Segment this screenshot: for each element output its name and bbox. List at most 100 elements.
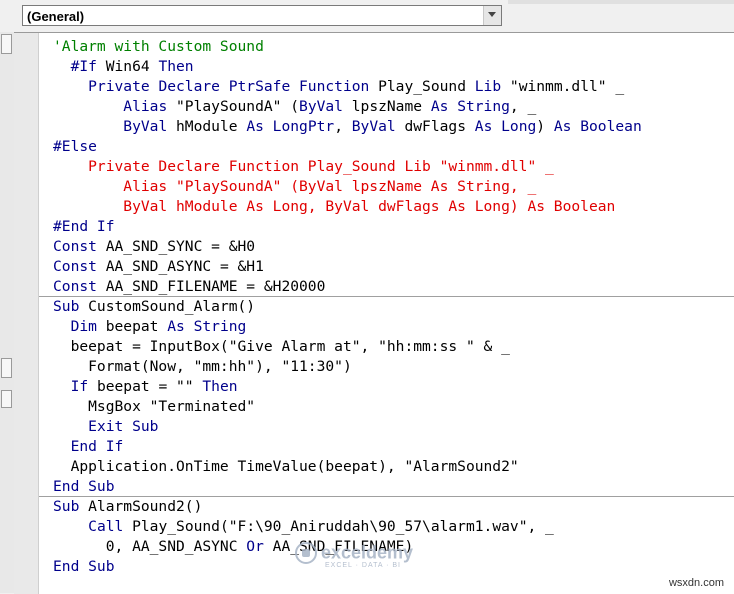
- code-token: As Long: [474, 118, 537, 135]
- code-line[interactable]: Sub AlarmSound2(): [53, 497, 642, 517]
- code-line[interactable]: Const AA_SND_ASYNC = &H1: [53, 257, 642, 277]
- code-line[interactable]: #If Win64 Then: [53, 57, 642, 77]
- editor-margin: [14, 33, 39, 594]
- code-line[interactable]: If beepat = "" Then: [53, 377, 642, 397]
- code-token: "winmm.dll" _: [501, 78, 625, 95]
- code-line[interactable]: 'Alarm with Custom Sound: [53, 37, 642, 57]
- code-token: Sub: [53, 298, 80, 315]
- code-token: Play_Sound: [369, 78, 475, 95]
- code-line[interactable]: #End If: [53, 217, 642, 237]
- code-line[interactable]: Const AA_SND_SYNC = &H0: [53, 237, 642, 257]
- code-token: beepat: [96, 318, 168, 335]
- code-line[interactable]: End Sub: [53, 477, 642, 497]
- code-token: Or: [246, 538, 264, 555]
- code-token: Private Declare PtrSafe Function: [88, 78, 370, 95]
- code-token: ByVal: [123, 118, 168, 135]
- code-token: Then: [202, 378, 238, 395]
- code-line[interactable]: MsgBox "Terminated": [53, 397, 642, 417]
- code-line[interactable]: Application.OnTime TimeValue(beepat), "A…: [53, 457, 642, 477]
- strip-button-top[interactable]: [1, 34, 12, 54]
- code-token: AlarmSound2(): [79, 498, 203, 515]
- code-token: AA_SND_ASYNC = &H1: [96, 258, 264, 275]
- code-token: Const: [53, 238, 97, 255]
- code-token: ,: [334, 118, 352, 135]
- code-token: ByVal: [299, 98, 343, 115]
- code-token: ): [536, 118, 554, 135]
- code-token: If: [70, 378, 89, 395]
- code-token: Dim: [70, 318, 97, 335]
- code-token: Win64: [96, 58, 159, 75]
- site-credit: wsxdn.com: [668, 577, 724, 589]
- code-line[interactable]: Alias "PlaySoundA" (ByVal lpszName As St…: [53, 97, 642, 117]
- code-token: Private Declare Function Play_Sound Lib …: [53, 158, 554, 175]
- code-token: Const: [53, 278, 97, 295]
- exceldemy-logo-icon: [295, 542, 317, 564]
- procedure-combobox[interactable]: [508, 0, 734, 4]
- code-line[interactable]: Private Declare PtrSafe Function Play_So…: [53, 77, 642, 97]
- object-combobox[interactable]: (General): [22, 5, 502, 26]
- code-token: AA_SND_SYNC = &H0: [96, 238, 256, 255]
- watermark: exceldemy EXCEL · DATA · BI: [295, 542, 414, 569]
- code-line[interactable]: Format(Now, "mm:hh"), "11:30"): [53, 357, 642, 377]
- watermark-name: exceldemy: [321, 542, 414, 563]
- code-token: Alias: [123, 98, 168, 115]
- code-line[interactable]: beepat = InputBox("Give Alarm at", "hh:m…: [53, 337, 642, 357]
- code-token: End If: [70, 438, 124, 455]
- code-token: Alias "PlaySoundA" (ByVal lpszName As St…: [53, 178, 537, 195]
- code-token: Lib: [474, 78, 502, 95]
- code-token: Format(Now, "mm:hh"), "11:30"): [53, 358, 352, 375]
- code-token: Sub: [53, 498, 80, 515]
- chevron-down-icon[interactable]: [483, 6, 501, 25]
- code-line[interactable]: Alias "PlaySoundA" (ByVal lpszName As St…: [53, 177, 642, 197]
- code-token: Application.OnTime TimeValue(beepat), "A…: [53, 458, 519, 475]
- code-line[interactable]: Exit Sub: [53, 417, 642, 437]
- code-token: As String: [430, 98, 510, 115]
- code-token: CustomSound_Alarm(): [79, 298, 256, 315]
- strip-button-lower[interactable]: [1, 390, 12, 408]
- code-token: ByVal: [351, 118, 396, 135]
- code-line[interactable]: #Else: [53, 137, 642, 157]
- code-token: "PlaySoundA" (: [167, 98, 300, 115]
- code-line[interactable]: End If: [53, 437, 642, 457]
- code-token: Then: [158, 58, 194, 75]
- strip-button-middle[interactable]: [1, 358, 12, 378]
- code-line[interactable]: Private Declare Function Play_Sound Lib …: [53, 157, 642, 177]
- code-line[interactable]: Const AA_SND_FILENAME = &H20000: [53, 277, 642, 297]
- code-token: 'Alarm with Custom Sound: [53, 38, 264, 55]
- code-token: #If: [70, 58, 97, 75]
- code-line[interactable]: Call Play_Sound("F:\90_Aniruddah\90_57\a…: [53, 517, 642, 537]
- left-panel-strip: [0, 32, 15, 593]
- code-token: AA_SND_FILENAME = &H20000: [96, 278, 326, 295]
- code-token: Const: [53, 258, 97, 275]
- code-token: Exit Sub: [88, 418, 159, 435]
- code-token: End Sub: [53, 478, 115, 495]
- code-token: , _: [509, 98, 537, 115]
- toolbar: (General): [0, 0, 734, 32]
- code-token: beepat = "": [88, 378, 203, 395]
- code-token: dwFlags: [395, 118, 475, 135]
- code-token: As Boolean: [553, 118, 642, 135]
- watermark-tagline: EXCEL · DATA · BI: [325, 562, 401, 569]
- code-line[interactable]: Sub CustomSound_Alarm(): [53, 297, 642, 317]
- code-editor[interactable]: 'Alarm with Custom Sound #If Win64 Then …: [14, 32, 734, 594]
- code-token: 0, AA_SND_ASYNC: [53, 538, 247, 555]
- code-token: #Else: [53, 138, 97, 155]
- code-token: lpszName: [342, 98, 431, 115]
- code-token: beepat = InputBox("Give Alarm at", "hh:m…: [53, 338, 510, 355]
- code-token: #End If: [53, 218, 115, 235]
- code-line[interactable]: ByVal hModule As LongPtr, ByVal dwFlags …: [53, 117, 642, 137]
- code-line[interactable]: Dim beepat As String: [53, 317, 642, 337]
- object-combobox-value: (General): [27, 9, 85, 24]
- code-line[interactable]: ByVal hModule As Long, ByVal dwFlags As …: [53, 197, 642, 217]
- code-text[interactable]: 'Alarm with Custom Sound #If Win64 Then …: [53, 37, 642, 577]
- code-token: Call: [88, 518, 124, 535]
- code-token: hModule: [167, 118, 247, 135]
